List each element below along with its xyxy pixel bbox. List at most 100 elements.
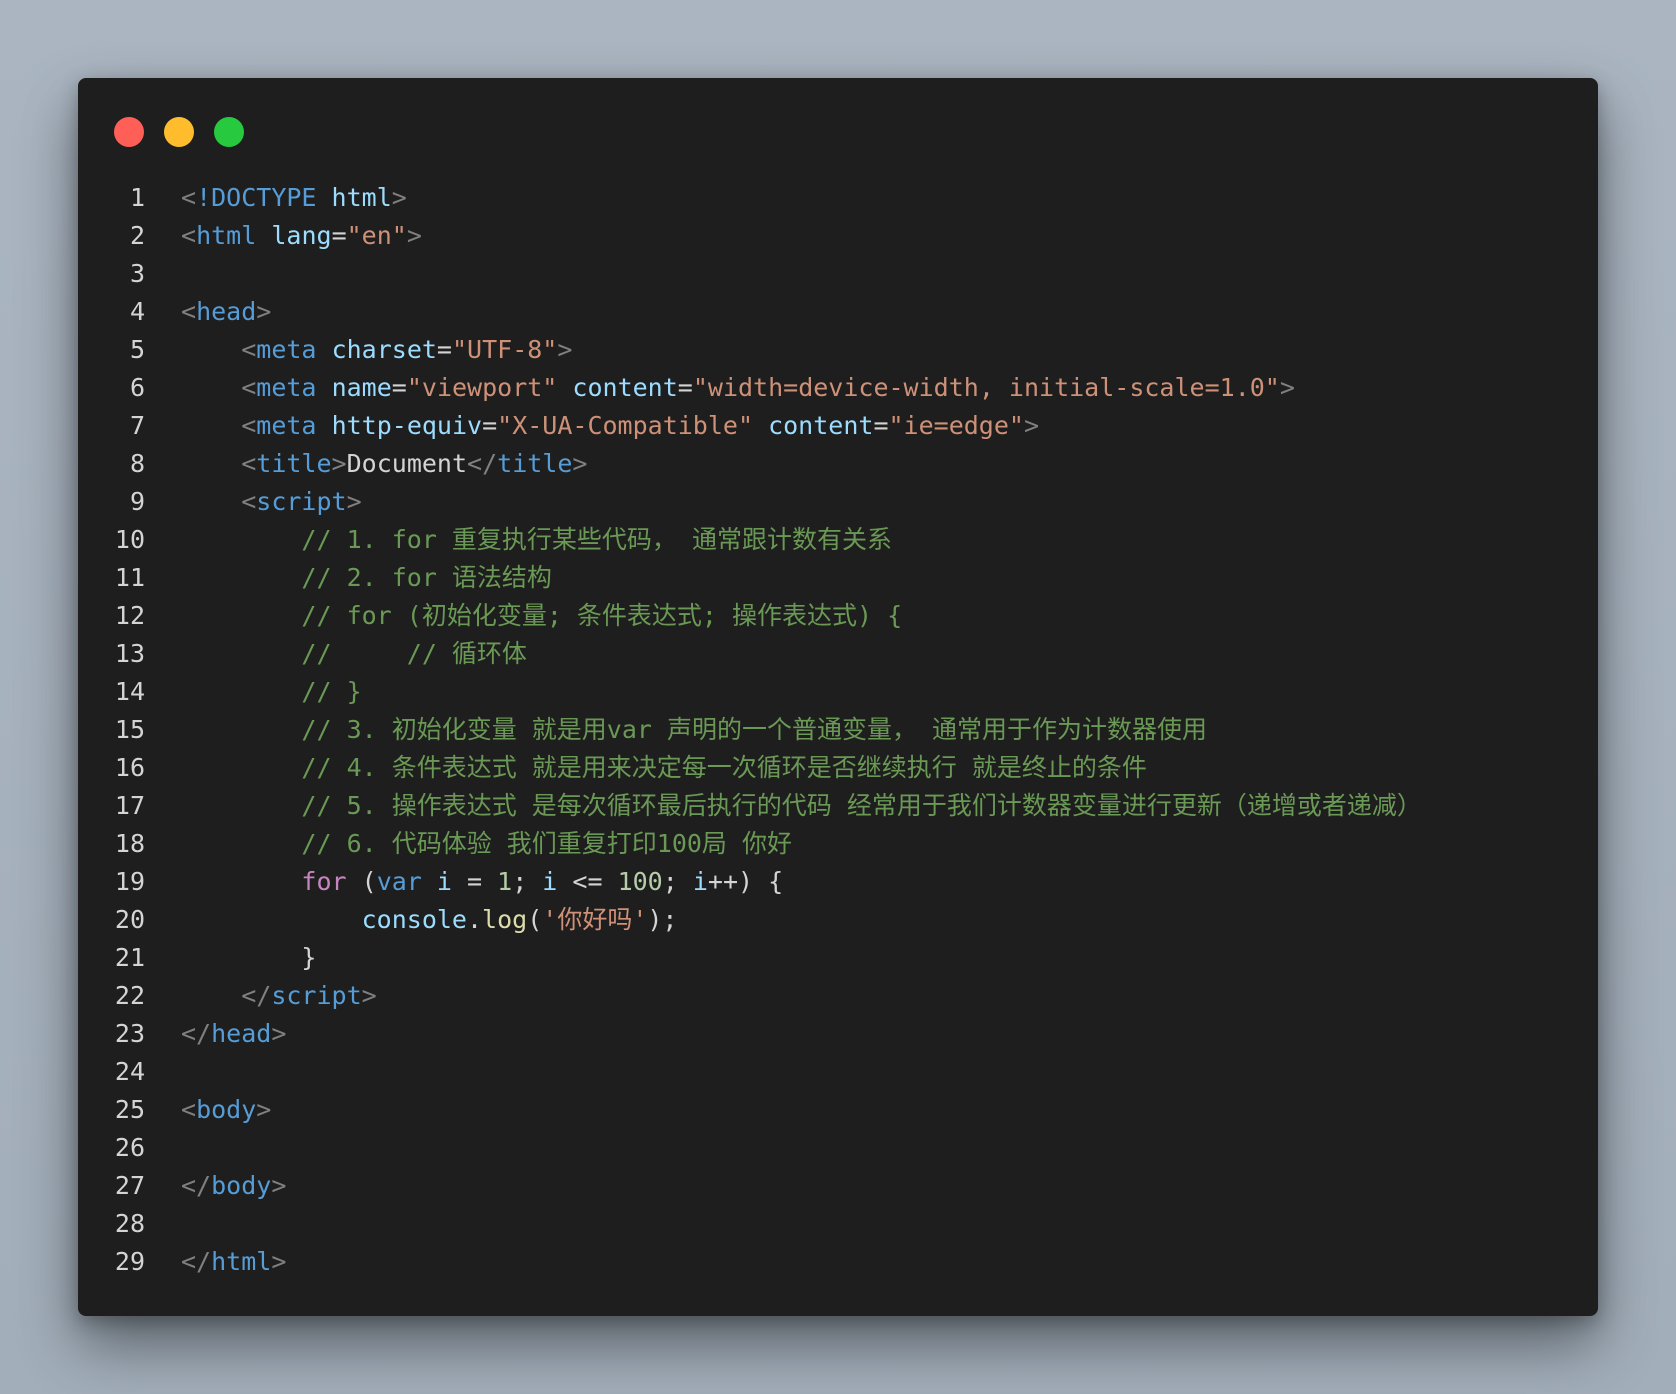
code-line: 2 <html lang="en">	[78, 217, 1598, 255]
code-token-comment: // // 循环体	[301, 639, 527, 668]
code-token-bracket: </	[181, 1019, 212, 1048]
code-token-bracket: >	[331, 449, 347, 478]
code-token-comment: // 4. 条件表达式 就是用来决定每一次循环是否继续执行 就是终止的条件	[301, 753, 1147, 782]
code-line: 24	[78, 1053, 1598, 1091]
code-token-bracket: <	[241, 411, 257, 440]
code-line: 23 </head>	[78, 1015, 1598, 1053]
code-token-text: =	[677, 373, 693, 402]
code-token-text: (	[527, 905, 543, 934]
code-token-bracket: <	[181, 297, 197, 326]
code-line: 27 </body>	[78, 1167, 1598, 1205]
code-token-tag: meta	[256, 373, 317, 402]
code-token-string: "en"	[346, 221, 407, 250]
code-token-bracket: >	[572, 449, 588, 478]
code-token-string: "ie=edge"	[888, 411, 1024, 440]
line-content: // 5. 操作表达式 是每次循环最后执行的代码 经常用于我们计数器变量进行更新…	[181, 787, 1421, 825]
line-content: // 1. for 重复执行某些代码， 通常跟计数有关系	[181, 521, 892, 559]
code-token-bracket: >	[361, 981, 377, 1010]
code-token-text: }	[181, 943, 317, 972]
code-editor[interactable]: 1 <!DOCTYPE html> 2 <html lang="en"> 3 4 <head…	[78, 179, 1598, 1281]
line-content: <head>	[181, 293, 271, 331]
code-token-tag: script	[256, 487, 347, 516]
maximize-button[interactable]	[214, 117, 244, 147]
code-line: 28	[78, 1205, 1598, 1243]
code-token-tag: head	[196, 297, 257, 326]
line-content: // 4. 条件表达式 就是用来决定每一次循环是否继续执行 就是终止的条件	[181, 749, 1147, 787]
line-number: 24	[114, 1057, 145, 1086]
line-number: 10	[114, 525, 145, 554]
code-token-bracket: >	[406, 221, 422, 250]
code-token-bracket: >	[346, 487, 362, 516]
code-token-attr: charset	[331, 335, 437, 364]
code-line: 29 </html>	[78, 1243, 1598, 1281]
minimize-button[interactable]	[164, 117, 194, 147]
line-number: 20	[114, 905, 145, 934]
line-number: 9	[129, 487, 145, 516]
line-content: </head>	[181, 1015, 286, 1053]
code-token-comment: // 6. 代码体验 我们重复打印100局 你好	[301, 829, 792, 858]
code-token-bracket: >	[1279, 373, 1295, 402]
code-token-var: i	[692, 867, 708, 896]
code-line: 5 <meta charset="UTF-8">	[78, 331, 1598, 369]
code-token-attr: html	[331, 183, 392, 212]
line-number: 17	[114, 791, 145, 820]
line-content: }	[181, 939, 316, 977]
code-token-bracket: >	[256, 297, 272, 326]
code-token-string: "X-UA-Compatible"	[497, 411, 754, 440]
line-number: 3	[129, 259, 145, 288]
code-token-text: ;	[512, 867, 543, 896]
code-token-bracket: >	[271, 1247, 287, 1276]
code-token-text: =	[451, 867, 498, 896]
code-token-bracket: <	[181, 221, 197, 250]
code-token-bracket: <	[241, 449, 257, 478]
code-token-func: log	[482, 905, 528, 934]
code-token-text: );	[647, 905, 678, 934]
close-button[interactable]	[114, 117, 144, 147]
line-content: // 2. for 语法结构	[181, 559, 552, 597]
window-controls	[114, 117, 244, 147]
code-line: 15 // 3. 初始化变量 就是用var 声明的一个普通变量， 通常用于作为计…	[78, 711, 1598, 749]
line-content: <title>Document</title>	[181, 445, 587, 483]
code-token-bracket: >	[391, 183, 407, 212]
code-token-text: <=	[557, 867, 618, 896]
code-token-tag: !DOCTYPE	[196, 183, 317, 212]
code-window: 1 <!DOCTYPE html> 2 <html lang="en"> 3 4 <head…	[78, 78, 1598, 1316]
code-token-num: 100	[617, 867, 663, 896]
code-token-text: .	[466, 905, 483, 934]
line-content: for (var i = 1; i <= 100; i++) {	[181, 863, 783, 901]
line-number: 22	[114, 981, 145, 1010]
line-content: // 6. 代码体验 我们重复打印100局 你好	[181, 825, 792, 863]
code-line: 13 // // 循环体	[78, 635, 1598, 673]
code-token-bracket: <	[181, 1095, 197, 1124]
code-token-tag: meta	[256, 335, 317, 364]
line-number: 21	[114, 943, 145, 972]
line-content: </body>	[181, 1167, 286, 1205]
line-number: 6	[129, 373, 145, 402]
code-token-tag: meta	[256, 411, 317, 440]
code-line: 6 <meta name="viewport" content="width=d…	[78, 369, 1598, 407]
code-line: 8 <title>Document</title>	[78, 445, 1598, 483]
line-number: 12	[114, 601, 145, 630]
code-token-tag: head	[211, 1019, 272, 1048]
line-content: <!DOCTYPE html>	[181, 179, 407, 217]
code-token-string: "UTF-8"	[451, 335, 558, 364]
code-line: 10 // 1. for 重复执行某些代码， 通常跟计数有关系	[78, 521, 1598, 559]
code-line: 26	[78, 1129, 1598, 1167]
code-line: 17 // 5. 操作表达式 是每次循环最后执行的代码 经常用于我们计数器变量进…	[78, 787, 1598, 825]
code-token-comment: // 1. for 重复执行某些代码， 通常跟计数有关系	[301, 525, 892, 554]
code-token-bracket: >	[271, 1019, 287, 1048]
line-number: 25	[114, 1095, 145, 1124]
code-token-attr: http-equiv	[331, 411, 483, 440]
code-line: 16 // 4. 条件表达式 就是用来决定每一次循环是否继续执行 就是终止的条件	[78, 749, 1598, 787]
code-token-var: i	[542, 867, 558, 896]
